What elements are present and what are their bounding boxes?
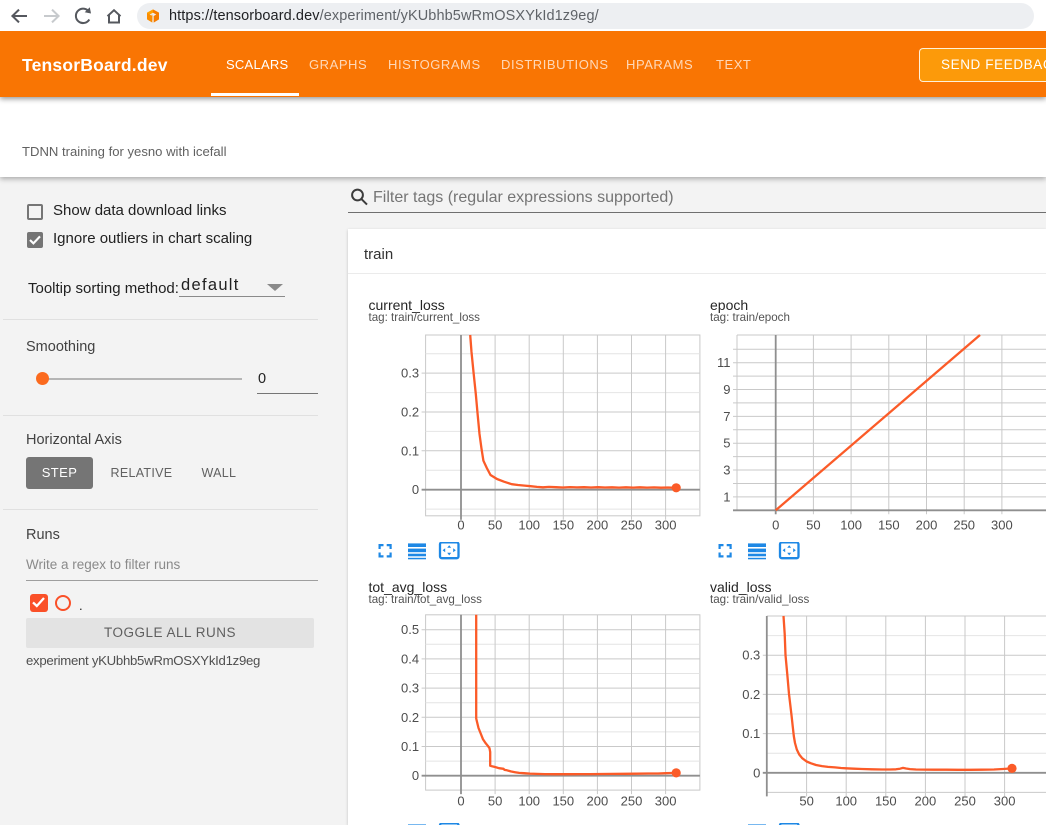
svg-text:0.2: 0.2 xyxy=(401,710,419,725)
svg-text:0.1: 0.1 xyxy=(401,443,419,458)
svg-text:250: 250 xyxy=(953,518,975,533)
svg-text:250: 250 xyxy=(621,794,643,809)
svg-text:100: 100 xyxy=(840,518,862,533)
svg-text:50: 50 xyxy=(806,518,820,533)
svg-text:300: 300 xyxy=(994,794,1016,809)
svg-text:9: 9 xyxy=(723,382,730,397)
svg-text:0: 0 xyxy=(772,518,779,533)
svg-text:0: 0 xyxy=(457,794,464,809)
svg-text:50: 50 xyxy=(488,518,502,533)
svg-text:5: 5 xyxy=(723,436,730,451)
svg-text:0: 0 xyxy=(457,518,464,533)
svg-text:300: 300 xyxy=(655,518,677,533)
svg-text:150: 150 xyxy=(875,794,897,809)
svg-text:50: 50 xyxy=(488,794,502,809)
svg-text:1: 1 xyxy=(723,489,730,504)
svg-text:150: 150 xyxy=(552,794,574,809)
svg-text:250: 250 xyxy=(621,518,643,533)
svg-text:250: 250 xyxy=(954,794,976,809)
svg-text:0.1: 0.1 xyxy=(742,726,760,741)
svg-text:100: 100 xyxy=(835,794,857,809)
svg-text:0.1: 0.1 xyxy=(401,739,419,754)
svg-text:0.3: 0.3 xyxy=(401,681,419,696)
svg-text:0: 0 xyxy=(412,482,419,497)
svg-text:150: 150 xyxy=(552,518,574,533)
svg-text:0.4: 0.4 xyxy=(401,651,419,666)
svg-text:200: 200 xyxy=(587,518,609,533)
svg-text:300: 300 xyxy=(991,518,1013,533)
svg-text:0: 0 xyxy=(753,765,760,780)
svg-text:0.2: 0.2 xyxy=(742,687,760,702)
svg-text:200: 200 xyxy=(915,794,937,809)
svg-text:150: 150 xyxy=(878,518,900,533)
svg-text:100: 100 xyxy=(518,518,540,533)
svg-text:300: 300 xyxy=(655,794,677,809)
svg-text:200: 200 xyxy=(916,518,938,533)
svg-text:0.2: 0.2 xyxy=(401,405,419,420)
svg-text:7: 7 xyxy=(723,409,730,424)
svg-text:100: 100 xyxy=(518,794,540,809)
svg-text:50: 50 xyxy=(799,794,813,809)
svg-text:0.3: 0.3 xyxy=(742,648,760,663)
svg-text:3: 3 xyxy=(723,463,730,478)
svg-text:0.5: 0.5 xyxy=(401,622,419,637)
svg-text:200: 200 xyxy=(587,794,609,809)
svg-text:0: 0 xyxy=(412,768,419,783)
svg-text:11: 11 xyxy=(717,355,731,370)
svg-text:0.3: 0.3 xyxy=(401,366,419,381)
